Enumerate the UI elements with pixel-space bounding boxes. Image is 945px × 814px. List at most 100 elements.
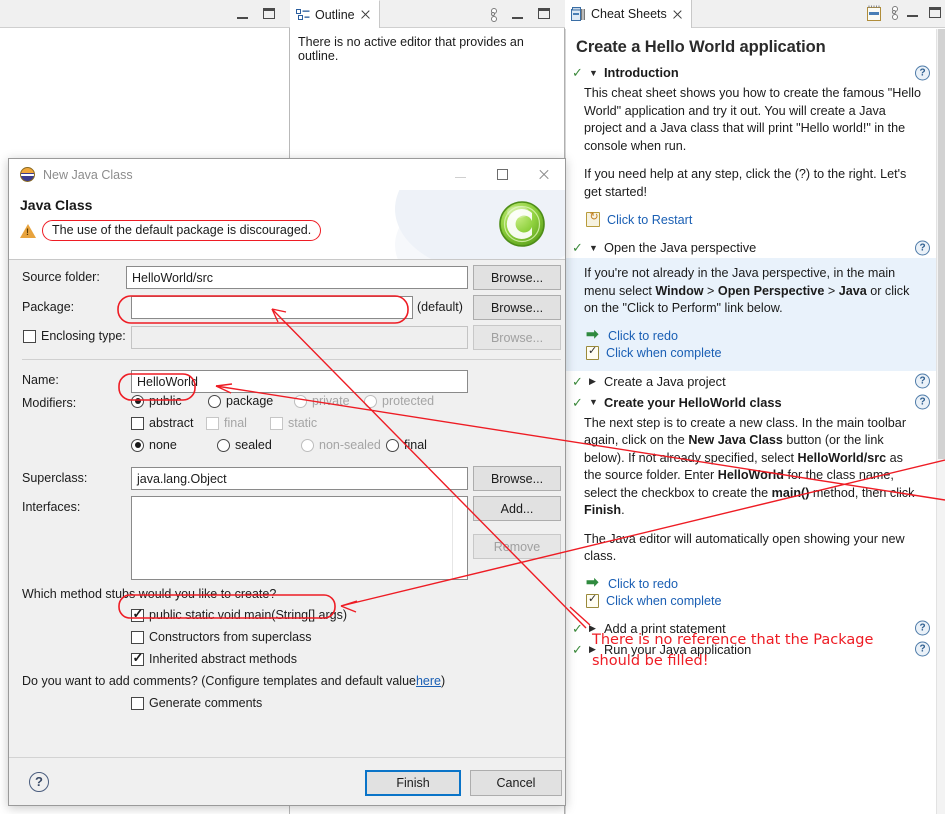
name-label: Name: <box>22 373 59 387</box>
modifier-radio-protected: protected <box>364 394 434 408</box>
enclosing-type-checkbox-row[interactable]: Enclosing type: <box>23 329 126 343</box>
link-label[interactable]: Click to redo <box>608 577 678 591</box>
superclass-label-row: Superclass: <box>22 471 87 485</box>
enclosing-type-browse-button: Browse... <box>473 325 561 350</box>
cheatsheet-section-open-java-perspective[interactable]: ✓ ▼ Open the Java perspective ? <box>566 237 936 258</box>
source-folder-label-row: Source folder: <box>22 270 100 284</box>
modifier-radio-non-sealed: non-sealed <box>301 438 381 452</box>
minimize-icon[interactable] <box>237 9 248 23</box>
package-browse-button[interactable]: Browse... <box>473 295 561 320</box>
stub-checkbox-main[interactable]: public static void main(String[] args) <box>131 606 347 622</box>
tab-cheat-sheets[interactable]: Cheat Sheets <box>565 0 692 28</box>
comments-question-row: Do you want to add comments? (Configure … <box>22 674 445 688</box>
link-label[interactable]: Click when complete <box>606 594 722 608</box>
maximize-icon[interactable] <box>263 8 275 22</box>
stub-checkbox-inherited[interactable]: Inherited abstract methods <box>131 650 297 666</box>
check-icon: ✓ <box>572 373 583 389</box>
checkbox-icon[interactable] <box>131 606 144 622</box>
view-menu-icon[interactable] <box>892 6 898 22</box>
generate-comments-checkbox-row[interactable]: Generate comments <box>131 696 262 710</box>
checkbox-icon[interactable] <box>131 696 144 710</box>
modifier-checkbox-abstract[interactable]: abstract <box>131 416 193 430</box>
tab-outline[interactable]: Outline <box>290 0 380 28</box>
interfaces-list[interactable] <box>131 496 468 580</box>
maximize-button[interactable] <box>481 159 523 190</box>
modifiers-label-row: Modifiers: <box>22 396 76 410</box>
modifier-radio-private: private <box>294 394 350 408</box>
modifier-radio-sealed[interactable]: sealed <box>217 438 272 452</box>
scrollbar-thumb[interactable] <box>938 29 945 459</box>
cheatsheets-scrollbar[interactable] <box>936 29 945 814</box>
link-label[interactable]: Click to Restart <box>607 213 692 227</box>
interfaces-add-button[interactable]: Add... <box>473 496 561 521</box>
checkbox-icon[interactable] <box>131 416 144 430</box>
modifier-radio-final[interactable]: final <box>386 438 427 452</box>
cheatsheet-notebook-icon[interactable] <box>867 5 881 24</box>
view-menu-icon[interactable] <box>491 8 497 24</box>
source-folder-input[interactable]: HelloWorld/src <box>126 266 468 289</box>
section-title: Create a Java project <box>604 373 726 389</box>
check-icon: ✓ <box>572 394 583 410</box>
radio-icon[interactable] <box>208 394 221 408</box>
cheatsheet-link-complete[interactable]: Click when complete <box>586 344 922 360</box>
close-icon[interactable] <box>672 9 683 20</box>
finish-button[interactable]: Finish <box>365 770 461 796</box>
radio-icon[interactable] <box>217 438 230 452</box>
help-icon[interactable]: ? <box>29 772 49 792</box>
close-icon[interactable] <box>360 9 371 20</box>
help-icon[interactable]: ? <box>915 65 930 80</box>
chevron-down-icon[interactable]: ▼ <box>589 397 599 407</box>
modifiers-label: Modifiers: <box>22 396 77 410</box>
minimize-icon[interactable] <box>512 9 523 23</box>
minimize-button[interactable] <box>439 159 481 190</box>
close-button[interactable] <box>523 159 565 190</box>
modifier-label: final <box>404 438 427 452</box>
modifier-radio-public[interactable]: public <box>131 394 182 408</box>
cheatsheets-toolbar <box>867 0 941 28</box>
link-label[interactable]: Click when complete <box>606 346 722 360</box>
cheatsheet-link-redo[interactable]: ➡ Click to redo <box>586 327 922 343</box>
superclass-browse-button[interactable]: Browse... <box>473 466 561 491</box>
superclass-input[interactable]: java.lang.Object <box>131 467 468 490</box>
new-java-class-dialog: New Java Class Java Class The use of the… <box>8 158 566 806</box>
chevron-down-icon[interactable]: ▼ <box>589 243 599 253</box>
modifier-label: public <box>149 394 182 408</box>
radio-icon[interactable] <box>386 438 399 452</box>
maximize-icon[interactable] <box>929 7 941 21</box>
eclipse-wizard-logo <box>499 201 545 247</box>
source-folder-value: HelloWorld/src <box>132 270 214 285</box>
help-icon[interactable]: ? <box>915 373 930 389</box>
stub-checkbox-constructors[interactable]: Constructors from superclass <box>131 630 312 644</box>
maximize-icon[interactable] <box>538 8 550 22</box>
cheatsheet-section-create-java-project[interactable]: ✓ ▶ Create a Java project ? <box>566 371 936 392</box>
name-input[interactable]: HelloWorld <box>131 370 468 393</box>
modifier-checkbox-static: static <box>270 416 317 430</box>
cancel-button[interactable]: Cancel <box>470 770 562 796</box>
modifier-radio-package[interactable]: package <box>208 394 273 408</box>
chevron-down-icon[interactable]: ▼ <box>589 68 599 78</box>
complete-icon <box>586 592 599 608</box>
checkbox-icon[interactable] <box>131 650 144 666</box>
help-icon[interactable]: ? <box>915 394 930 410</box>
package-input[interactable] <box>131 296 413 319</box>
radio-icon <box>301 438 314 452</box>
modifier-radio-none[interactable]: none <box>131 438 177 452</box>
radio-icon[interactable] <box>131 438 144 452</box>
help-icon[interactable]: ? <box>915 240 930 255</box>
minimize-icon[interactable] <box>907 7 918 21</box>
cheatsheet-link-restart[interactable]: Click to Restart <box>586 210 922 227</box>
cheatsheet-link-redo[interactable]: ➡ Click to redo <box>586 575 922 591</box>
source-folder-browse-button[interactable]: Browse... <box>473 265 561 290</box>
chevron-right-icon[interactable]: ▶ <box>589 376 599 387</box>
section-body-introduction: This cheat sheet shows you how to create… <box>566 83 936 237</box>
checkbox-icon <box>270 416 283 430</box>
package-label: Package: <box>22 300 75 314</box>
cheatsheet-section-create-helloworld-class[interactable]: ✓ ▼ Create your HelloWorld class ? <box>566 392 936 413</box>
cheatsheet-section-introduction[interactable]: ✓ ▼ Introduction ? <box>566 62 936 83</box>
enclosing-type-checkbox[interactable] <box>23 329 36 343</box>
link-label[interactable]: Click to redo <box>608 329 678 343</box>
checkbox-icon[interactable] <box>131 630 144 644</box>
cheatsheet-link-complete[interactable]: Click when complete <box>586 592 922 608</box>
radio-icon[interactable] <box>131 394 144 408</box>
configure-templates-link[interactable]: here <box>416 674 441 688</box>
